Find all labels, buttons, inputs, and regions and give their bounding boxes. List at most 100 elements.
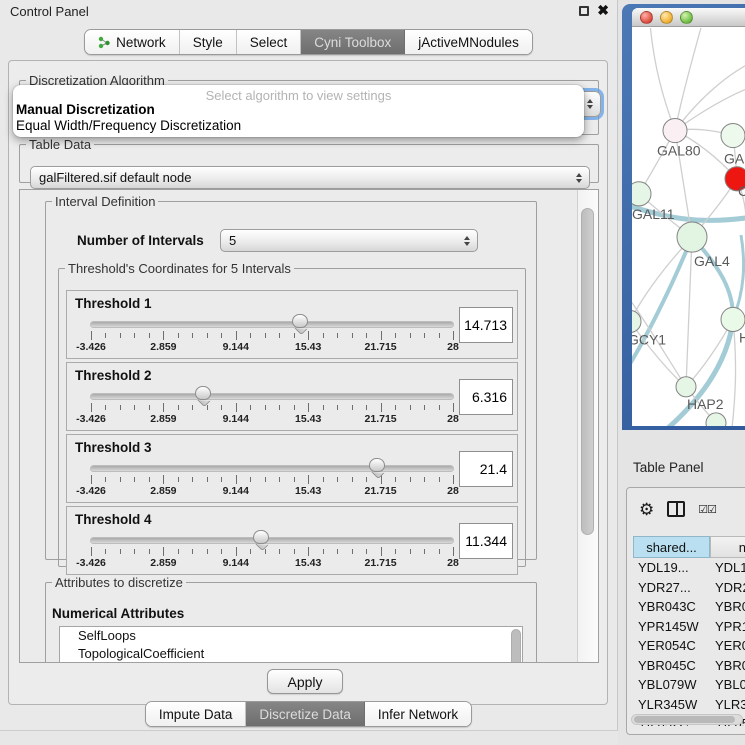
table-cell: YLR345W bbox=[710, 695, 745, 715]
attributes-list-scrollbar[interactable] bbox=[511, 629, 521, 662]
tab-label: jActiveMNodules bbox=[418, 35, 519, 50]
slider-track[interactable] bbox=[91, 466, 453, 471]
threshold-value-field[interactable]: 6.316 bbox=[459, 379, 513, 415]
tab-label: Cyni Toolbox bbox=[314, 35, 391, 50]
float-window-icon[interactable] bbox=[579, 6, 589, 16]
tick-mark bbox=[163, 475, 164, 484]
tick-mark bbox=[250, 477, 251, 482]
settings-vertical-scrollbar[interactable] bbox=[577, 190, 598, 662]
checkboxes-icon[interactable]: ☑☑ bbox=[698, 503, 716, 516]
table-row[interactable]: YDR27...YDR27... bbox=[633, 578, 745, 598]
minimize-traffic-light-icon[interactable] bbox=[660, 11, 673, 24]
network-canvas[interactable]: GAL80GACGAL11GAL4GCY1HHAP2 bbox=[632, 28, 745, 426]
network-node[interactable] bbox=[663, 118, 687, 142]
node-table: shared...name YDL19...YDL19...YDR27...YD… bbox=[633, 536, 745, 726]
tick-label: 2.859 bbox=[150, 341, 176, 353]
table-cell: YDR27... bbox=[633, 578, 710, 598]
network-node[interactable] bbox=[721, 123, 745, 147]
tick-mark bbox=[221, 549, 222, 554]
slider-thumb[interactable] bbox=[253, 530, 269, 544]
threshold-value-field[interactable]: 11.344 bbox=[459, 523, 513, 559]
tick-mark bbox=[236, 331, 237, 340]
network-node[interactable] bbox=[676, 377, 696, 397]
tick-mark bbox=[366, 405, 367, 410]
table-horizontal-scrollbar[interactable] bbox=[631, 714, 743, 725]
thresholds-group-title: Threshold's Coordinates for 5 Intervals bbox=[65, 261, 294, 276]
scrollbar-thumb[interactable] bbox=[634, 716, 735, 723]
tick-mark bbox=[134, 405, 135, 410]
tab-infer-network[interactable]: Infer Network bbox=[365, 702, 471, 726]
apply-button[interactable]: Apply bbox=[267, 669, 343, 694]
tick-label: 28 bbox=[447, 413, 459, 425]
threshold-panel: Threshold 3-3.4262.8599.14415.4321.71528… bbox=[66, 434, 518, 503]
table-data-combo[interactable]: galFiltered.sif default node bbox=[30, 166, 590, 189]
slider-thumb[interactable] bbox=[292, 314, 308, 328]
table-row[interactable]: YBR045CYBR045C bbox=[633, 656, 745, 676]
threshold-value-field[interactable]: 21.4 bbox=[459, 451, 513, 487]
table-row[interactable]: YDL19...YDL19... bbox=[633, 558, 745, 578]
algorithm-popup-item[interactable]: Manual Discretization bbox=[13, 102, 584, 118]
numerical-attributes-list[interactable]: SelfLoopsTopologicalCoefficientBetweenne… bbox=[59, 626, 523, 662]
tick-mark bbox=[439, 333, 440, 338]
attribute-list-item[interactable]: TopologicalCoefficient bbox=[60, 645, 522, 663]
tick-mark bbox=[395, 477, 396, 482]
tick-mark bbox=[395, 333, 396, 338]
close-icon[interactable]: ✖ bbox=[597, 2, 609, 19]
network-edge[interactable] bbox=[675, 62, 745, 130]
tick-mark bbox=[178, 405, 179, 410]
tick-mark bbox=[120, 549, 121, 554]
table-column-header[interactable]: shared... bbox=[633, 536, 710, 558]
zoom-traffic-light-icon[interactable] bbox=[680, 11, 693, 24]
slider-ticks bbox=[91, 331, 453, 340]
threshold-value-field[interactable]: 14.713 bbox=[459, 307, 513, 343]
tab-cyni-toolbox[interactable]: Cyni Toolbox bbox=[301, 30, 405, 54]
table-row[interactable]: YBR043CYBR043C bbox=[633, 597, 745, 617]
thresholds-group: Threshold's Coordinates for 5 Intervals … bbox=[58, 261, 526, 567]
network-node[interactable] bbox=[677, 222, 707, 252]
network-node[interactable] bbox=[721, 307, 745, 331]
tick-label: 28 bbox=[447, 341, 459, 353]
tick-mark bbox=[250, 549, 251, 554]
table-row[interactable]: YER054CYER054C bbox=[633, 636, 745, 656]
tab-select[interactable]: Select bbox=[237, 30, 302, 54]
table-row[interactable]: YBL079WYBL079W bbox=[633, 675, 745, 695]
slider-track[interactable] bbox=[91, 538, 453, 543]
tick-mark bbox=[294, 333, 295, 338]
tick-mark bbox=[120, 405, 121, 410]
tick-mark bbox=[207, 333, 208, 338]
network-edge[interactable] bbox=[686, 237, 692, 387]
tab-network[interactable]: Network bbox=[85, 30, 180, 54]
slider-track[interactable] bbox=[91, 322, 453, 327]
slider-thumb[interactable] bbox=[369, 458, 385, 472]
close-traffic-light-icon[interactable] bbox=[640, 11, 653, 24]
scrollbar-thumb[interactable] bbox=[581, 208, 594, 535]
slider-thumb[interactable] bbox=[195, 386, 211, 400]
tick-mark bbox=[366, 333, 367, 338]
tab-style[interactable]: Style bbox=[180, 30, 237, 54]
tick-label: 21.715 bbox=[365, 557, 397, 569]
slider-track[interactable] bbox=[91, 394, 453, 399]
table-column-header[interactable]: name bbox=[710, 536, 745, 558]
table-row[interactable]: YPR145WYPR145W bbox=[633, 617, 745, 637]
network-icon bbox=[98, 36, 111, 49]
tick-label: 9.144 bbox=[223, 557, 249, 569]
table-row[interactable]: YLR345WYLR345W bbox=[633, 695, 745, 715]
columns-icon[interactable] bbox=[667, 501, 685, 517]
tab-jactivemnodules[interactable]: jActiveMNodules bbox=[405, 30, 532, 54]
tab-label: Discretize Data bbox=[259, 707, 351, 722]
network-node[interactable] bbox=[632, 182, 651, 206]
attribute-list-item[interactable]: SelfLoops bbox=[60, 627, 522, 645]
tick-label: 21.715 bbox=[365, 485, 397, 497]
tab-impute-data[interactable]: Impute Data bbox=[146, 702, 247, 726]
tick-mark bbox=[207, 477, 208, 482]
table-cell: YBR045C bbox=[633, 656, 710, 676]
network-edge[interactable] bbox=[733, 235, 744, 319]
network-edge[interactable] bbox=[632, 237, 692, 374]
tab-discretize-data[interactable]: Discretize Data bbox=[246, 702, 365, 726]
gear-icon[interactable]: ⚙ bbox=[639, 501, 654, 518]
tick-mark bbox=[453, 547, 454, 556]
slider-ticks bbox=[91, 547, 453, 556]
network-edge[interactable] bbox=[650, 28, 675, 131]
number-of-intervals-combo[interactable]: 5 bbox=[220, 229, 478, 252]
algorithm-popup-item[interactable]: Equal Width/Frequency Discretization bbox=[13, 118, 584, 134]
